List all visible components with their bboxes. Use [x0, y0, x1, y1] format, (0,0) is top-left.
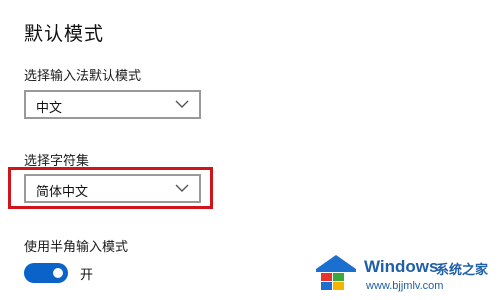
chevron-down-icon	[175, 100, 189, 108]
watermark-brand: Windows	[364, 257, 439, 276]
chevron-down-icon	[175, 184, 189, 192]
charset-value: 简体中文	[36, 185, 89, 200]
input-mode-label: 选择输入法默认模式	[24, 69, 142, 84]
toggle-knob	[53, 268, 63, 278]
windows-logo-icon	[316, 255, 356, 290]
watermark-url: www.bjjmlv.com	[366, 280, 444, 292]
halfwidth-label: 使用半角输入模式	[24, 240, 129, 255]
input-mode-value: 中文	[36, 101, 63, 116]
charset-dropdown[interactable]: 简体中文	[24, 174, 201, 203]
watermark: Windows 系统之家 www.bjjmlv.com	[310, 249, 500, 300]
halfwidth-toggle-state: 开	[80, 268, 94, 283]
section-title: 默认模式	[24, 23, 105, 45]
watermark-site-name: 系统之家	[436, 263, 489, 278]
input-mode-dropdown[interactable]: 中文	[24, 90, 201, 119]
halfwidth-toggle[interactable]	[24, 263, 68, 283]
